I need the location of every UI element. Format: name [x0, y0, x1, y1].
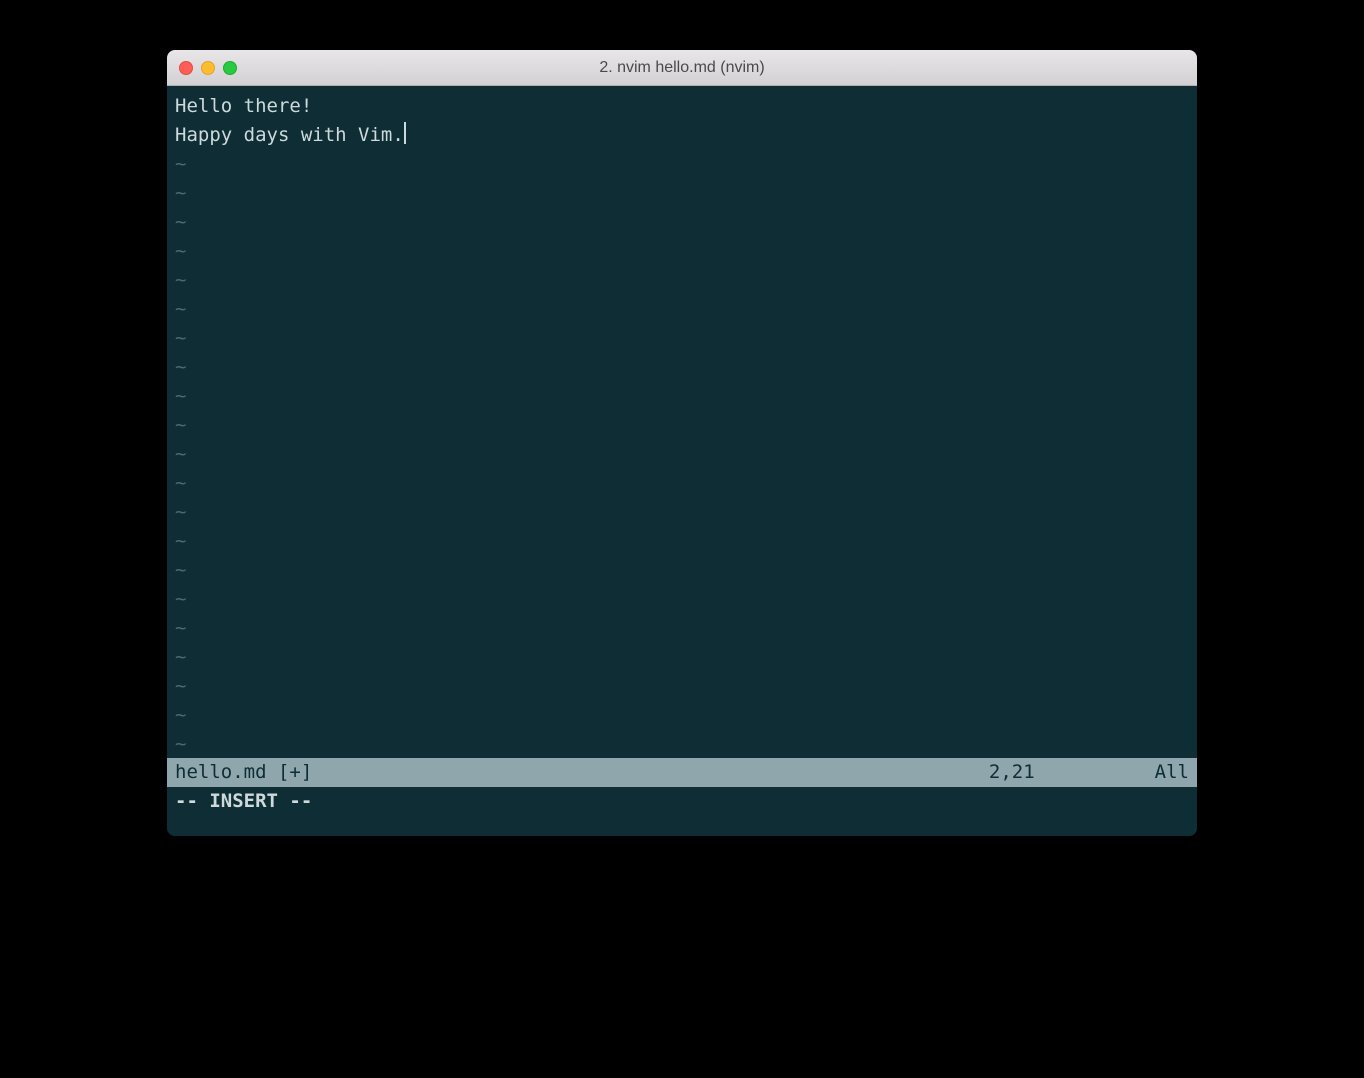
mode-indicator: -- INSERT -- [175, 787, 312, 816]
status-line: hello.md [+] 2,21 All [167, 758, 1197, 787]
tilde-line: ~ [175, 295, 1197, 324]
tilde-line: ~ [175, 527, 1197, 556]
tilde-line: ~ [175, 324, 1197, 353]
tilde-line: ~ [175, 411, 1197, 440]
tilde-line: ~ [175, 614, 1197, 643]
tilde-line: ~ [175, 382, 1197, 411]
tilde-line: ~ [175, 556, 1197, 585]
buffer-line[interactable]: Happy days with Vim. [175, 121, 1197, 150]
buffer-line[interactable]: Hello there! [175, 92, 1197, 121]
titlebar[interactable]: 2. nvim hello.md (nvim) [167, 50, 1197, 86]
tilde-line: ~ [175, 643, 1197, 672]
editor-area[interactable]: Hello there! Happy days with Vim. ~~~~~~… [167, 86, 1197, 816]
maximize-icon[interactable] [223, 61, 237, 75]
tilde-line: ~ [175, 179, 1197, 208]
tilde-line: ~ [175, 440, 1197, 469]
line-text: Hello there! [175, 95, 312, 117]
close-icon[interactable] [179, 61, 193, 75]
command-line[interactable]: -- INSERT -- [167, 787, 1197, 816]
tilde-line: ~ [175, 498, 1197, 527]
status-filename: hello.md [+] [175, 758, 312, 787]
minimize-icon[interactable] [201, 61, 215, 75]
cursor-icon [404, 122, 406, 144]
tilde-line: ~ [175, 208, 1197, 237]
tilde-line: ~ [175, 150, 1197, 179]
status-scroll: All [1155, 758, 1189, 787]
line-text: Happy days with Vim. [175, 124, 404, 146]
tilde-line: ~ [175, 585, 1197, 614]
window-title: 2. nvim hello.md (nvim) [167, 59, 1197, 77]
empty-lines: ~~~~~~~~~~~~~~~~~~~~~ [175, 150, 1197, 759]
tilde-line: ~ [175, 730, 1197, 759]
tilde-line: ~ [175, 353, 1197, 382]
tilde-line: ~ [175, 266, 1197, 295]
traffic-lights [179, 61, 237, 75]
bottom-padding [167, 816, 1197, 836]
terminal-window: 2. nvim hello.md (nvim) Hello there! Hap… [167, 50, 1197, 836]
status-position: 2,21 [989, 758, 1035, 787]
tilde-line: ~ [175, 237, 1197, 266]
tilde-line: ~ [175, 672, 1197, 701]
tilde-line: ~ [175, 469, 1197, 498]
tilde-line: ~ [175, 701, 1197, 730]
